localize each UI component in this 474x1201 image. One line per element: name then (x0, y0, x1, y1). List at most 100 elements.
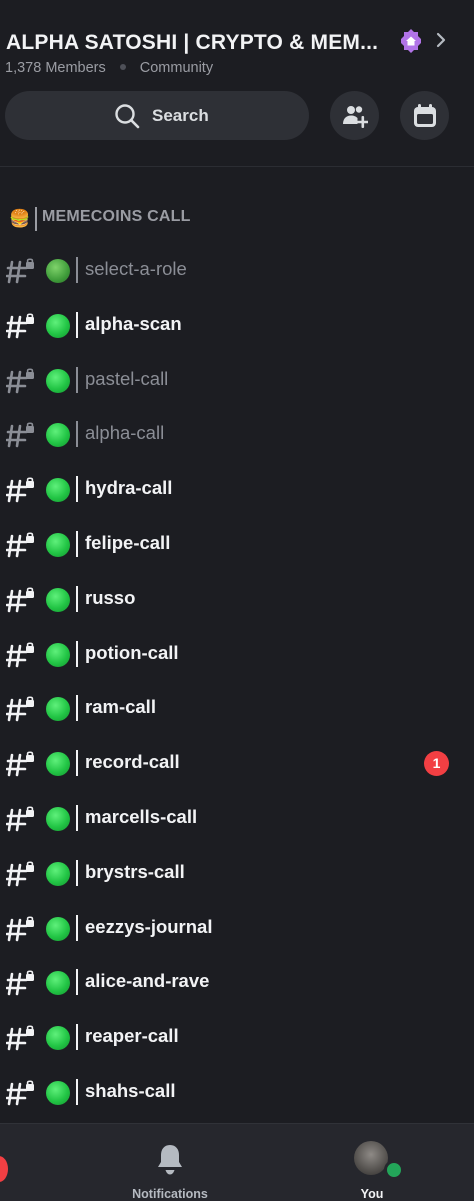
channel-name: russo (85, 586, 136, 608)
notifications-tab[interactable]: Notifications (120, 1124, 220, 1201)
text-channel-lock-icon (6, 313, 34, 339)
channel-name: marcells-call (85, 806, 198, 827)
channel-name: brystrs-call (85, 860, 185, 882)
text-channel-lock-icon (6, 861, 34, 887)
channel-divider (76, 695, 78, 722)
channel-divider (76, 750, 78, 777)
text-channel-lock-icon (6, 916, 34, 941)
channel-name: felipe-call (85, 532, 171, 553)
channel-name: reaper-call (85, 1025, 179, 1047)
boost-house-icon[interactable] (398, 28, 424, 54)
green-circle-emoji (46, 313, 70, 338)
avatar (354, 1141, 388, 1175)
globe-emoji (46, 259, 70, 283)
channel-divider (76, 1024, 78, 1051)
category-label: MEMECOINS CALL (42, 208, 191, 225)
channel-item[interactable]: ram-call (0, 688, 474, 728)
search-icon (115, 104, 140, 129)
channel-divider (76, 421, 78, 448)
green-circle-emoji (46, 1081, 70, 1105)
channel-divider (76, 257, 78, 283)
channel-divider (76, 805, 78, 831)
server-name[interactable]: ALPHA SATOSHI | CRYPTO & MEM... (6, 31, 378, 55)
channel-item[interactable]: alpha-scan (0, 305, 474, 345)
text-channel-lock-icon (6, 642, 34, 667)
text-channel-lock-icon (6, 587, 34, 613)
green-circle-emoji (46, 368, 70, 393)
you-label: You (360, 1187, 384, 1201)
search-button[interactable]: Search (5, 91, 309, 140)
add-member-icon (343, 106, 368, 128)
green-circle-emoji (46, 587, 70, 612)
channel-item[interactable]: select-a-role (0, 250, 474, 290)
channel-item[interactable]: record-call 1 (0, 743, 474, 783)
channel-divider (76, 311, 78, 338)
bell-icon (158, 1145, 182, 1175)
channel-divider (76, 531, 78, 557)
channel-name: alice-and-rave (85, 970, 210, 992)
server-meta: 1,378 Members Community (5, 60, 213, 76)
green-circle-emoji (46, 533, 70, 557)
channel-name: hydra-call (85, 477, 173, 499)
green-circle-emoji (46, 752, 70, 777)
text-channel-lock-icon (6, 532, 34, 558)
channel-name: ram-call (85, 696, 156, 718)
invite-members-button[interactable] (330, 91, 379, 140)
channel-name: potion-call (85, 641, 179, 663)
channel-name: alpha-call (85, 422, 165, 444)
channel-item[interactable]: alpha-call (0, 414, 474, 454)
bottom-nav: Notifications You (0, 1123, 474, 1201)
channel-divider (76, 914, 78, 941)
green-circle-emoji (46, 642, 70, 667)
category-emoji: 🍔 (9, 209, 31, 228)
channel-item[interactable]: marcells-call (0, 798, 474, 838)
channel-divider (76, 969, 78, 996)
green-circle-emoji (46, 423, 70, 448)
server-type: Community (139, 60, 214, 76)
calendar-icon (414, 104, 436, 127)
channel-item[interactable]: alice-and-rave (0, 962, 474, 1002)
channel-divider (76, 640, 78, 667)
channel-item[interactable]: eezzys-journal (0, 908, 474, 948)
green-circle-emoji (46, 807, 70, 831)
channel-item[interactable]: potion-call (0, 634, 474, 674)
events-button[interactable] (400, 91, 449, 140)
category-divider (35, 207, 37, 231)
channel-name: eezzys-journal (85, 915, 213, 937)
notifications-label: Notifications (132, 1187, 208, 1201)
channel-name: shahs-call (85, 1080, 176, 1101)
separator-dot (119, 64, 126, 71)
green-circle-emoji (46, 1026, 70, 1051)
channel-item[interactable]: russo (0, 579, 474, 619)
chevron-right-icon[interactable] (434, 30, 448, 50)
channel-name: select-a-role (85, 258, 187, 279)
member-count: 1,378 Members (5, 60, 106, 76)
text-channel-lock-icon (6, 422, 34, 448)
channel-item[interactable]: reaper-call (0, 1017, 474, 1057)
text-channel-lock-icon (6, 368, 34, 393)
you-tab[interactable]: You (340, 1124, 404, 1201)
mention-badge: 1 (424, 751, 449, 777)
channel-item[interactable]: brystrs-call (0, 853, 474, 893)
online-status-indicator (384, 1160, 404, 1180)
channel-item[interactable]: shahs-call (0, 1072, 474, 1112)
channel-item[interactable]: pastel-call (0, 360, 474, 400)
channel-name: record-call (85, 751, 180, 773)
green-circle-emoji (46, 478, 70, 503)
text-channel-lock-icon (6, 970, 34, 996)
channel-item[interactable]: hydra-call (0, 469, 474, 509)
channel-name: alpha-scan (85, 312, 182, 334)
green-circle-emoji (46, 861, 70, 886)
server-header: ALPHA SATOSHI | CRYPTO & MEM... 1,378 Me… (0, 0, 474, 167)
green-circle-emoji (46, 697, 70, 722)
channel-divider (76, 366, 78, 393)
channel-divider (76, 1079, 78, 1105)
channel-item[interactable]: felipe-call (0, 524, 474, 564)
text-channel-lock-icon (6, 751, 34, 777)
text-channel-lock-icon (6, 1080, 34, 1106)
text-channel-lock-icon (6, 696, 34, 722)
green-circle-emoji (46, 971, 70, 996)
text-channel-lock-icon (6, 258, 34, 284)
text-channel-lock-icon (6, 1025, 34, 1051)
channel-divider (76, 476, 78, 503)
